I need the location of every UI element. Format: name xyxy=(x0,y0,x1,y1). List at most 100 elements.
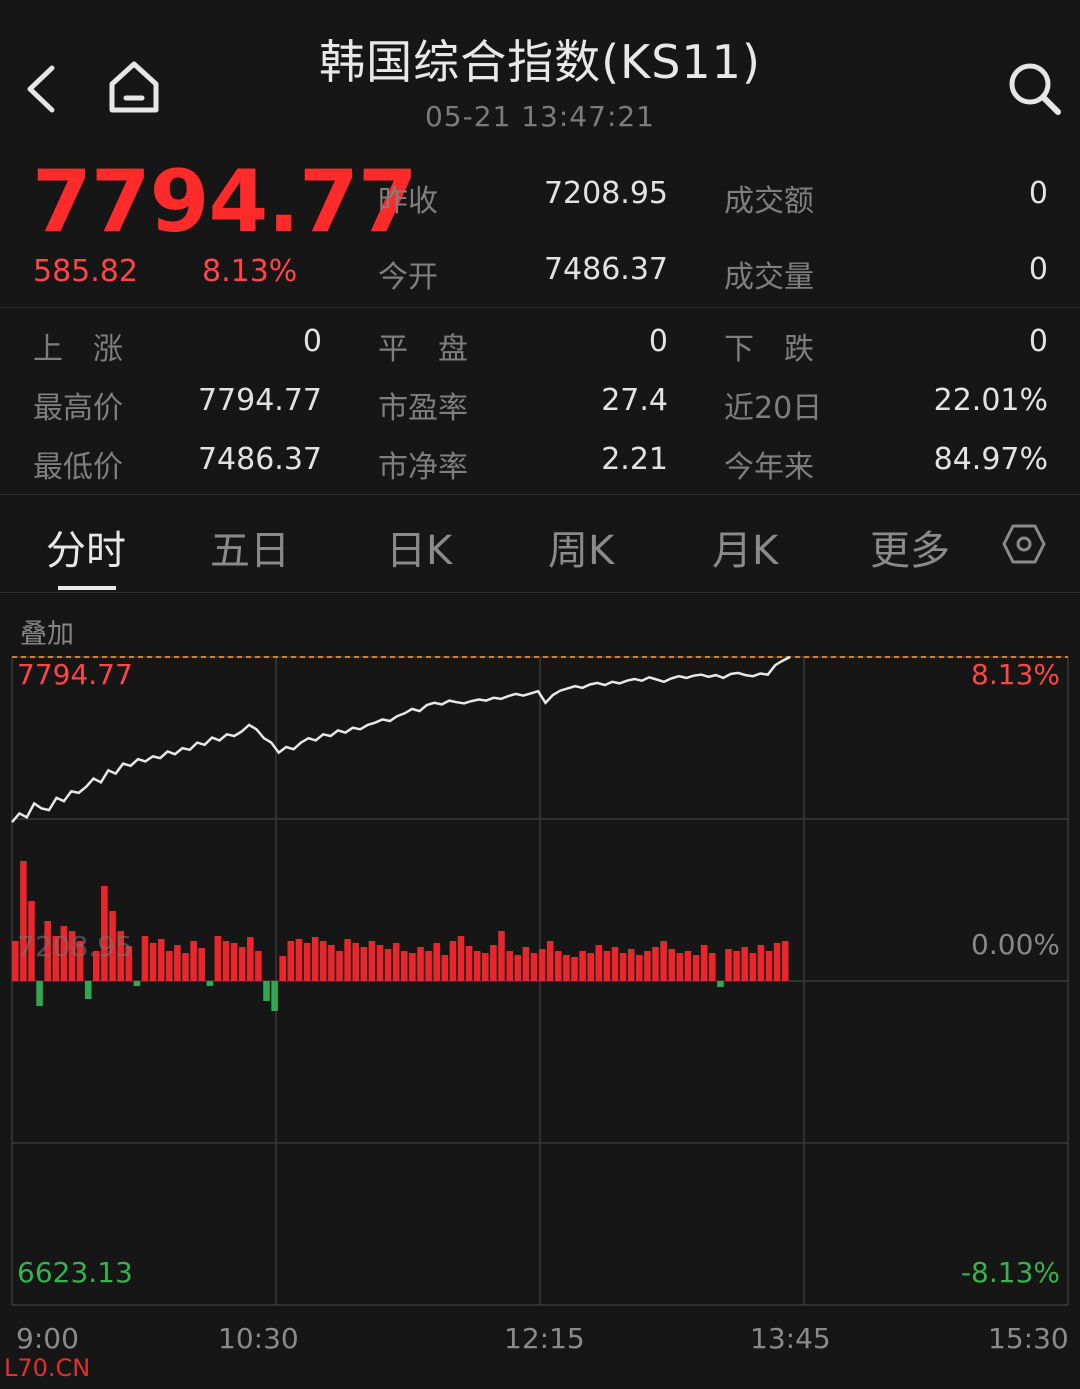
volume-bar xyxy=(700,945,708,981)
volume-bar xyxy=(311,937,319,981)
volume-bar xyxy=(417,947,424,981)
volume-bar xyxy=(579,951,586,981)
volume-bar xyxy=(409,953,416,981)
volume-bar xyxy=(206,981,214,986)
volume-bar xyxy=(328,945,335,981)
tab-more[interactable]: 更多 xyxy=(870,518,950,576)
volume-bar xyxy=(360,947,368,981)
last-price: 7794.77 xyxy=(32,152,418,252)
chart-settings-button[interactable] xyxy=(1002,522,1046,566)
decliners-label: 下 跌 xyxy=(724,332,814,367)
tab-five-day[interactable]: 五日 xyxy=(210,518,290,576)
pe-value: 27.4 xyxy=(601,383,668,418)
volume-bar xyxy=(376,945,384,981)
volume-bar xyxy=(336,951,343,981)
pb-value: 2.21 xyxy=(601,442,668,477)
volume-bar xyxy=(141,936,149,981)
volume-bar xyxy=(133,981,141,986)
volume-bar xyxy=(773,943,781,981)
volume-bar xyxy=(725,949,732,981)
volume-bar xyxy=(555,951,562,981)
volume-bar xyxy=(587,953,594,981)
volume-bar xyxy=(619,953,627,981)
volume-bar xyxy=(214,936,222,981)
volume-bar xyxy=(279,956,286,981)
unchanged-value: 0 xyxy=(648,324,668,359)
turnover-value: 0 xyxy=(1028,176,1048,211)
volume-bar xyxy=(781,941,789,981)
intraday-chart: 7794.77 7208.95 6623.13 8.13% 0.00% -8.1… xyxy=(11,655,1069,1306)
back-button[interactable] xyxy=(22,62,62,116)
y-mid-label: 7208.95 xyxy=(17,930,133,963)
pe-label: 市盈率 xyxy=(378,391,468,426)
pct-top-label: 8.13% xyxy=(971,658,1060,691)
volume-bar xyxy=(498,931,505,981)
watermark: L70.CN xyxy=(4,1354,91,1382)
volume-bar xyxy=(668,949,675,981)
home-button[interactable] xyxy=(104,58,164,118)
pct-mid-label: 0.00% xyxy=(971,928,1060,961)
volume-bar xyxy=(482,953,489,981)
x-label-open: 9:00 xyxy=(16,1322,79,1355)
search-icon xyxy=(1009,63,1061,115)
volume-bar xyxy=(344,939,351,981)
volume-bar xyxy=(563,955,570,981)
tab-daily-k[interactable]: 日K xyxy=(386,518,452,576)
volume-bar xyxy=(20,861,27,981)
volume-bar xyxy=(757,945,765,981)
volume-bar xyxy=(595,945,603,981)
x-label-close: 15:30 xyxy=(988,1322,1069,1355)
volume-bar xyxy=(660,941,667,981)
decliners-value: 0 xyxy=(1028,324,1048,359)
y-top-label: 7794.77 xyxy=(17,658,133,691)
volume-label: 成交量 xyxy=(724,260,814,295)
hexagon-settings-icon xyxy=(1002,524,1046,564)
volume-bar xyxy=(611,947,619,981)
volume-bar xyxy=(287,941,295,981)
volume-bar xyxy=(295,939,303,981)
turnover-label: 成交额 xyxy=(724,184,814,219)
volume-bar xyxy=(441,955,449,981)
volume-bar xyxy=(222,941,230,981)
volume-bar xyxy=(166,951,173,981)
20day-label: 近20日 xyxy=(724,391,823,426)
home-icon xyxy=(109,61,159,113)
volume-bar xyxy=(149,943,157,981)
volume-bar xyxy=(425,951,432,981)
volume-bar xyxy=(546,941,554,981)
divider xyxy=(0,307,1080,308)
volume-bar xyxy=(506,951,513,981)
volume-bar xyxy=(198,948,205,981)
divider xyxy=(0,592,1080,593)
volume-bar xyxy=(190,941,197,981)
x-label-1030: 10:30 xyxy=(218,1322,299,1355)
volume-bar xyxy=(303,943,311,981)
volume-bar xyxy=(384,949,392,981)
tab-intraday[interactable]: 分时 xyxy=(46,518,126,576)
search-button[interactable] xyxy=(1004,58,1064,118)
volume-bar xyxy=(230,943,238,981)
tab-monthly-k[interactable]: 月K xyxy=(712,518,778,576)
volume-bar xyxy=(449,941,457,981)
tab-weekly-k[interactable]: 周K xyxy=(548,518,614,576)
y-bottom-label: 6623.13 xyxy=(17,1256,133,1289)
high-label: 最高价 xyxy=(33,391,123,426)
volume-bar xyxy=(238,947,246,981)
low-label: 最低价 xyxy=(33,450,123,485)
volume-bar xyxy=(530,953,538,981)
chevron-left-icon xyxy=(27,65,55,113)
volume-bar xyxy=(652,947,659,981)
open-label: 今开 xyxy=(378,260,438,295)
volume-bar xyxy=(749,953,757,981)
volume-bar xyxy=(538,949,546,981)
ytd-label: 今年来 xyxy=(724,450,814,485)
volume-bar xyxy=(644,951,651,981)
volume-bar xyxy=(401,951,408,981)
volume-bar xyxy=(733,951,740,981)
volume-bar xyxy=(392,943,400,981)
volume-bar xyxy=(157,939,165,981)
volume-bar xyxy=(571,957,578,981)
20day-value: 22.01% xyxy=(933,383,1048,418)
price-change-percent: 8.13% xyxy=(202,254,298,289)
volume-bar xyxy=(684,951,692,981)
